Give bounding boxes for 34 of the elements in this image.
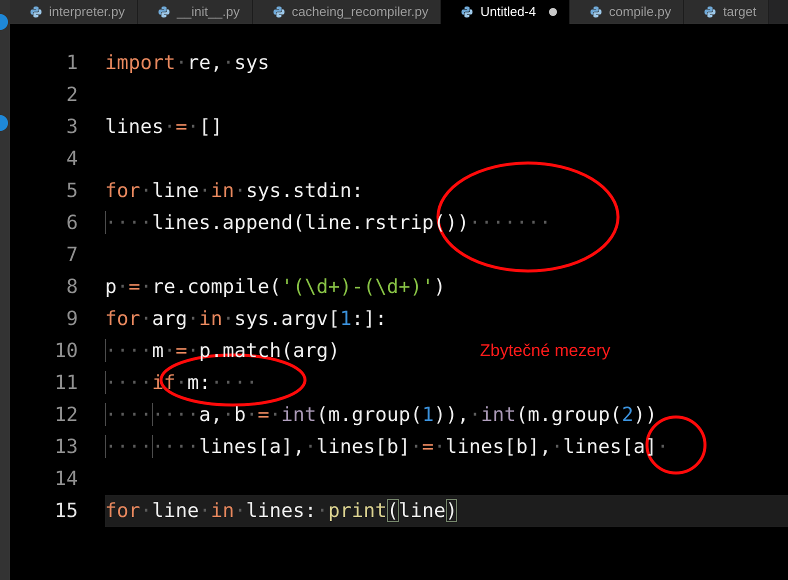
code-line: lines·=·[] [105, 114, 224, 140]
line-number: 12 [54, 402, 78, 428]
editor-tab[interactable]: Untitled-4 [441, 0, 570, 24]
python-file-icon [158, 6, 170, 18]
editor-tab[interactable]: target [684, 0, 770, 24]
code-line: ········a,·b·=·int(m.group(1)),·int(m.group(2)) [105, 402, 658, 428]
editor-tab[interactable]: cacheing_recompiler.py [252, 0, 442, 24]
python-file-icon [704, 6, 716, 18]
line-number: 7 [65, 242, 78, 268]
python-file-icon [30, 6, 42, 18]
line-number: 3 [65, 114, 78, 140]
python-file-icon [272, 6, 285, 18]
line-number: 2 [65, 82, 78, 108]
line-number: 4 [65, 146, 78, 172]
annotation-text: Zbytečné mezery [480, 340, 610, 362]
line-number: 9 [65, 306, 78, 332]
line-number: 15 [54, 498, 78, 524]
code-line: p·=·re.compile('(\d+)-(\d+)') [105, 274, 447, 300]
line-number: 10 [54, 338, 78, 364]
editor-tab[interactable]: interpreter.py [10, 0, 138, 24]
editor-tab[interactable]: compile.py [570, 0, 684, 24]
line-number: 13 [54, 434, 78, 460]
python-file-icon [590, 6, 602, 18]
code-line: for·arg·in·sys.argv[1:]: [105, 306, 388, 332]
line-number: 8 [65, 274, 78, 300]
line-number: 6 [65, 210, 78, 236]
line-number: 14 [54, 466, 78, 492]
line-number: 1 [65, 50, 78, 76]
code-line: for·line·in·sys.stdin: [105, 178, 364, 204]
python-file-icon [461, 6, 474, 18]
line-number: 11 [54, 370, 78, 396]
editor-tab[interactable]: __init__.py [138, 0, 253, 24]
code-line: import·re,·sys [105, 50, 270, 76]
line-number: 5 [65, 178, 78, 204]
